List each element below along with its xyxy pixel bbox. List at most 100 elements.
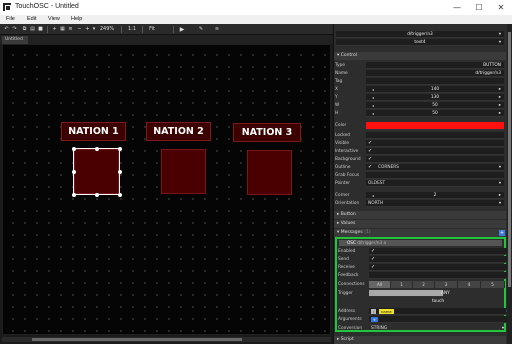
prop-h-label: H — [335, 111, 339, 116]
resize-handle[interactable] — [95, 147, 99, 151]
panel-scrollbar[interactable] — [507, 24, 512, 344]
hierarchy-row[interactable]: text4 ▾ — [334, 39, 506, 46]
increment-icon[interactable]: ▸ — [499, 102, 501, 109]
checkmark-icon: ✓ — [371, 264, 376, 270]
document-tab-strip: Untitled — [0, 35, 333, 44]
connection-3[interactable]: 3 — [435, 281, 458, 288]
label-nation-2[interactable]: NATION 2 — [146, 122, 211, 141]
undo-icon[interactable]: ↶ — [3, 26, 10, 33]
resize-handle[interactable] — [72, 170, 76, 174]
toolbar-divider — [47, 26, 48, 33]
connection-1[interactable]: 1 — [391, 281, 413, 288]
zoom-dropdown-icon[interactable]: ▾ — [91, 26, 97, 33]
trigger-button-3[interactable] — [247, 150, 292, 195]
connection-5[interactable]: 5 — [481, 281, 505, 288]
address-name-tag[interactable]: name — [379, 309, 394, 314]
play-icon[interactable]: ▶ — [178, 26, 186, 33]
menu-help[interactable]: Help — [71, 16, 82, 22]
resize-handle[interactable] — [118, 147, 122, 151]
prop-y-field[interactable]: 130 — [366, 94, 504, 101]
menu-view[interactable]: View — [48, 16, 60, 22]
increment-icon[interactable]: ▸ — [499, 192, 501, 199]
copy-icon[interactable]: ⧉ — [21, 26, 28, 33]
section-messages-label: Messages — [340, 230, 363, 235]
prop-name-field[interactable]: d/trigger/n3 — [475, 70, 501, 77]
connection-2[interactable]: 2 — [413, 281, 435, 288]
label-nation-3[interactable]: NATION 3 — [233, 123, 301, 142]
delete-icon[interactable]: ■ — [37, 26, 44, 33]
checkmark-icon: ✓ — [371, 256, 376, 262]
visible-checkbox[interactable]: ✓ — [366, 140, 504, 147]
add-icon[interactable]: + — [51, 26, 58, 33]
canvas-horizontal-scrollbar[interactable] — [2, 337, 331, 342]
resize-handle[interactable] — [72, 147, 76, 151]
trigger-button-1[interactable] — [73, 148, 120, 195]
osc-receive-checkbox[interactable]: ✓ — [369, 264, 507, 271]
zoom-out-icon[interactable]: − — [76, 26, 83, 33]
grab-focus-checkbox[interactable] — [366, 172, 504, 179]
outline-checkbox[interactable]: ✓ CORNERS ▾ — [366, 164, 504, 171]
connection-all[interactable]: All — [369, 281, 391, 288]
interactive-checkbox[interactable]: ✓ — [366, 148, 504, 155]
arguments-field[interactable]: + — [369, 316, 507, 323]
orientation-select[interactable]: NORTH ▾ — [366, 200, 504, 207]
grid-icon[interactable]: ▦ — [59, 26, 66, 33]
tab-untitled[interactable]: Untitled — [2, 36, 28, 44]
trigger-select[interactable] — [369, 290, 443, 297]
prop-x-field[interactable]: 140 — [366, 86, 504, 93]
background-checkbox[interactable]: ✓ — [366, 156, 504, 163]
hierarchy-value: text4 — [414, 40, 426, 45]
scroll-thumb[interactable] — [508, 32, 511, 287]
close-button[interactable]: ✕ — [490, 0, 512, 15]
address-slash-icon: / — [371, 309, 377, 314]
maximize-button[interactable]: ☐ — [468, 0, 490, 15]
wifi-icon[interactable]: ≋ — [213, 26, 221, 33]
scroll-thumb[interactable] — [32, 338, 242, 341]
hierarchy-row[interactable]: d/trigger/n3 ▾ — [334, 31, 506, 38]
label-nation-1[interactable]: NATION 1 — [61, 122, 126, 141]
osc-enabled-checkbox[interactable]: ✓ — [369, 248, 507, 255]
paste-icon[interactable]: ▤ — [29, 26, 36, 33]
pen-icon[interactable]: ✎ — [197, 26, 205, 33]
align-icon[interactable]: ≡ — [67, 26, 74, 33]
fit-button[interactable]: Fit — [145, 26, 159, 33]
section-values[interactable]: ▸ Values — [334, 220, 506, 228]
conversion-select[interactable]: STRING ▾ — [369, 325, 507, 332]
add-message-icon[interactable]: + — [499, 230, 505, 236]
prop-h-field[interactable]: 50 — [366, 110, 504, 117]
prop-corner-field[interactable]: 2 — [366, 192, 504, 199]
increment-icon[interactable]: ▸ — [499, 94, 501, 101]
pointer-select[interactable]: OLDEST ▾ — [366, 180, 504, 187]
osc-feedback-checkbox[interactable] — [369, 272, 507, 279]
trigger-value[interactable]: ANY — [441, 290, 450, 297]
layout-canvas[interactable]: NATION 1 NATION 2 NATION 3 — [2, 44, 331, 335]
prop-w-field[interactable]: 50 — [366, 102, 504, 109]
zoom-level[interactable]: 249% — [98, 26, 116, 33]
section-script[interactable]: ▸ Script — [334, 336, 506, 344]
menu-file[interactable]: File — [6, 16, 15, 22]
add-argument-icon[interactable]: + — [371, 317, 379, 322]
increment-icon[interactable]: ▸ — [499, 110, 501, 117]
section-button[interactable]: ▸ Button — [334, 211, 506, 219]
resize-handle[interactable] — [118, 170, 122, 174]
connection-4[interactable]: 4 — [458, 281, 481, 288]
zoom-ratio-button[interactable]: 1:1 — [125, 26, 139, 33]
minimize-button[interactable]: — — [446, 0, 468, 15]
section-messages[interactable]: ▾ Messages (1) + — [334, 229, 506, 237]
osc-header[interactable]: OSC d/trigger/n3 a — [339, 240, 502, 246]
redo-icon[interactable]: ↷ — [11, 26, 18, 33]
osc-send-checkbox[interactable]: ✓ — [369, 256, 507, 263]
menu-edit[interactable]: Edit — [27, 16, 36, 22]
zoom-in-icon[interactable]: + — [84, 26, 91, 33]
trigger-button-2[interactable] — [161, 149, 206, 194]
increment-icon[interactable]: ▸ — [499, 86, 501, 93]
outline-style-select[interactable]: CORNERS — [378, 164, 399, 171]
locked-checkbox[interactable] — [366, 132, 504, 139]
toolbar: ↶ ↷ ⧉ ▤ ■ + ▦ ≡ − + ▾ 249% 1:1 Fit ▶ ✎ ≋ — [0, 24, 333, 35]
resize-handle[interactable] — [72, 193, 76, 197]
section-control[interactable]: ▾ Control — [334, 52, 506, 60]
resize-handle[interactable] — [118, 193, 122, 197]
resize-handle[interactable] — [95, 193, 99, 197]
address-field[interactable]: /name▪ — [369, 308, 509, 315]
color-swatch[interactable] — [366, 122, 504, 130]
